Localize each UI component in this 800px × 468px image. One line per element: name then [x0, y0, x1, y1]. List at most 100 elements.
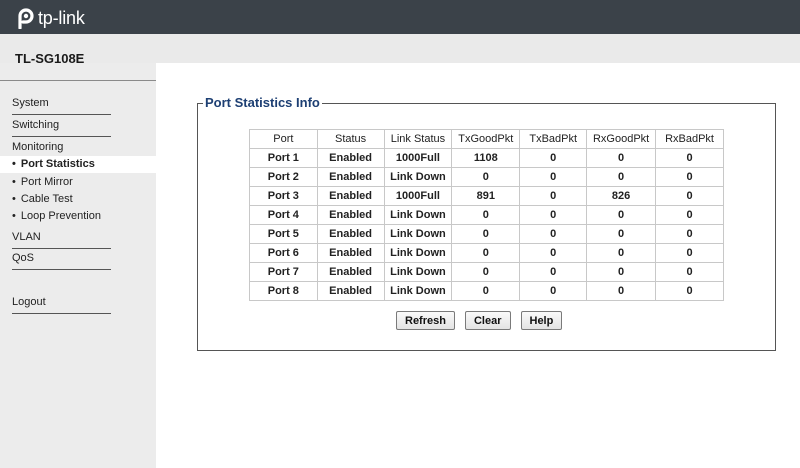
top-banner: tp-link	[0, 0, 800, 34]
logo-text: tp-link	[38, 7, 85, 28]
help-button[interactable]: Help	[520, 311, 563, 330]
cell-link-status: Link Down	[383, 281, 453, 301]
sidebar-item-label: Switching	[12, 119, 60, 131]
cell-txbadpkt: 0	[519, 186, 588, 206]
table-row: Port 3 Enabled 1000Full 891 0 826 0	[249, 186, 724, 206]
column-header-link-status: Link Status	[383, 129, 453, 149]
sidebar-item-label: VLAN	[12, 231, 41, 243]
cell-rxgoodpkt: 0	[586, 262, 657, 282]
sidebar-item-cable-test[interactable]: • Cable Test	[12, 193, 111, 205]
port-statistics-panel: Port Statistics Info Port Status Link St…	[197, 95, 776, 351]
sidebar-item-label: Loop Prevention	[20, 210, 101, 222]
cell-txgoodpkt: 0	[451, 224, 521, 244]
port-statistics-table: Port Status Link Status TxGoodPkt TxBadP…	[249, 129, 724, 301]
table-header-row: Port Status Link Status TxGoodPkt TxBadP…	[249, 129, 724, 149]
cell-txgoodpkt: 0	[451, 243, 521, 263]
cell-link-status: 1000Full	[383, 186, 453, 206]
cell-rxbadpkt: 0	[655, 262, 724, 282]
panel-title: Port Statistics Info	[203, 95, 322, 110]
cell-rxbadpkt: 0	[655, 167, 724, 187]
cell-rxgoodpkt: 0	[586, 205, 657, 225]
cell-rxgoodpkt: 0	[586, 148, 657, 168]
tp-link-logo-icon	[18, 8, 34, 29]
cell-link-status: Link Down	[383, 224, 453, 244]
bullet-icon: •	[12, 158, 16, 170]
cell-port: Port 8	[249, 281, 318, 301]
sidebar-item-port-statistics[interactable]: • Port Statistics	[0, 156, 156, 173]
bullet-icon: •	[12, 176, 16, 188]
table-row: Port 7 Enabled Link Down 0 0 0 0	[249, 262, 724, 282]
sidebar-divider	[0, 80, 156, 81]
cell-status: Enabled	[316, 186, 385, 206]
sidebar-item-logout[interactable]: Logout	[12, 296, 111, 314]
table-row: Port 4 Enabled Link Down 0 0 0 0	[249, 205, 724, 225]
cell-rxbadpkt: 0	[655, 224, 724, 244]
cell-rxbadpkt: 0	[655, 205, 724, 225]
sidebar-item-label: Cable Test	[20, 193, 73, 205]
cell-status: Enabled	[316, 148, 385, 168]
cell-status: Enabled	[316, 262, 385, 282]
sidebar-item-vlan[interactable]: VLAN	[12, 231, 111, 249]
cell-txbadpkt: 0	[519, 262, 588, 282]
sidebar-item-loop-prevention[interactable]: • Loop Prevention	[12, 210, 111, 222]
cell-status: Enabled	[316, 281, 385, 301]
cell-link-status: Link Down	[383, 262, 453, 282]
cell-status: Enabled	[316, 205, 385, 225]
sidebar-item-system[interactable]: System	[12, 97, 111, 115]
cell-rxgoodpkt: 0	[586, 243, 657, 263]
sidebar-item-port-mirror[interactable]: • Port Mirror	[12, 176, 111, 188]
sidebar-item-label: Monitoring	[12, 141, 64, 153]
cell-txbadpkt: 0	[519, 205, 588, 225]
cell-port: Port 3	[249, 186, 318, 206]
cell-status: Enabled	[316, 243, 385, 263]
refresh-button[interactable]: Refresh	[396, 311, 455, 330]
cell-port: Port 5	[249, 224, 318, 244]
cell-rxgoodpkt: 0	[586, 281, 657, 301]
sidebar-item-label: Port Statistics	[20, 158, 95, 170]
sidebar-item-label: System	[12, 97, 49, 109]
cell-txbadpkt: 0	[519, 224, 588, 244]
cell-txbadpkt: 0	[519, 167, 588, 187]
bullet-icon: •	[12, 193, 16, 205]
cell-port: Port 2	[249, 167, 318, 187]
sidebar-item-qos[interactable]: QoS	[12, 252, 111, 270]
cell-txbadpkt: 0	[519, 243, 588, 263]
sidebar-item-label: Port Mirror	[20, 176, 73, 188]
model-bar	[0, 34, 800, 63]
cell-txgoodpkt: 0	[451, 167, 521, 187]
column-header-status: Status	[316, 129, 385, 149]
cell-link-status: 1000Full	[383, 148, 453, 168]
column-header-rxbadpkt: RxBadPkt	[655, 129, 724, 149]
cell-port: Port 6	[249, 243, 318, 263]
table-row: Port 5 Enabled Link Down 0 0 0 0	[249, 224, 724, 244]
cell-txgoodpkt: 0	[451, 205, 521, 225]
cell-port: Port 1	[249, 148, 318, 168]
cell-status: Enabled	[316, 167, 385, 187]
column-header-txgoodpkt: TxGoodPkt	[451, 129, 521, 149]
cell-rxgoodpkt: 0	[586, 167, 657, 187]
cell-rxbadpkt: 0	[655, 186, 724, 206]
table-row: Port 1 Enabled 1000Full 1108 0 0 0	[249, 148, 724, 168]
cell-txgoodpkt: 1108	[451, 148, 521, 168]
clear-button[interactable]: Clear	[464, 311, 511, 330]
cell-link-status: Link Down	[383, 205, 453, 225]
column-header-port: Port	[249, 129, 318, 149]
cell-port: Port 7	[249, 262, 318, 282]
cell-txbadpkt: 0	[519, 281, 588, 301]
cell-link-status: Link Down	[383, 243, 453, 263]
column-header-txbadpkt: TxBadPkt	[519, 129, 588, 149]
cell-link-status: Link Down	[383, 167, 453, 187]
tp-link-logo: tp-link	[13, 7, 85, 29]
sidebar-item-switching[interactable]: Switching	[12, 119, 111, 137]
cell-txgoodpkt: 0	[451, 281, 521, 301]
button-row: Refresh Clear Help	[396, 311, 563, 330]
cell-rxgoodpkt: 0	[586, 224, 657, 244]
table-row: Port 2 Enabled Link Down 0 0 0 0	[249, 167, 724, 187]
cell-rxbadpkt: 0	[655, 243, 724, 263]
column-header-rxgoodpkt: RxGoodPkt	[586, 129, 657, 149]
table-row: Port 6 Enabled Link Down 0 0 0 0	[249, 243, 724, 263]
table-row: Port 8 Enabled Link Down 0 0 0 0	[249, 281, 724, 301]
cell-rxgoodpkt: 826	[586, 186, 657, 206]
cell-rxbadpkt: 0	[655, 281, 724, 301]
sidebar-item-label: QoS	[12, 252, 35, 264]
